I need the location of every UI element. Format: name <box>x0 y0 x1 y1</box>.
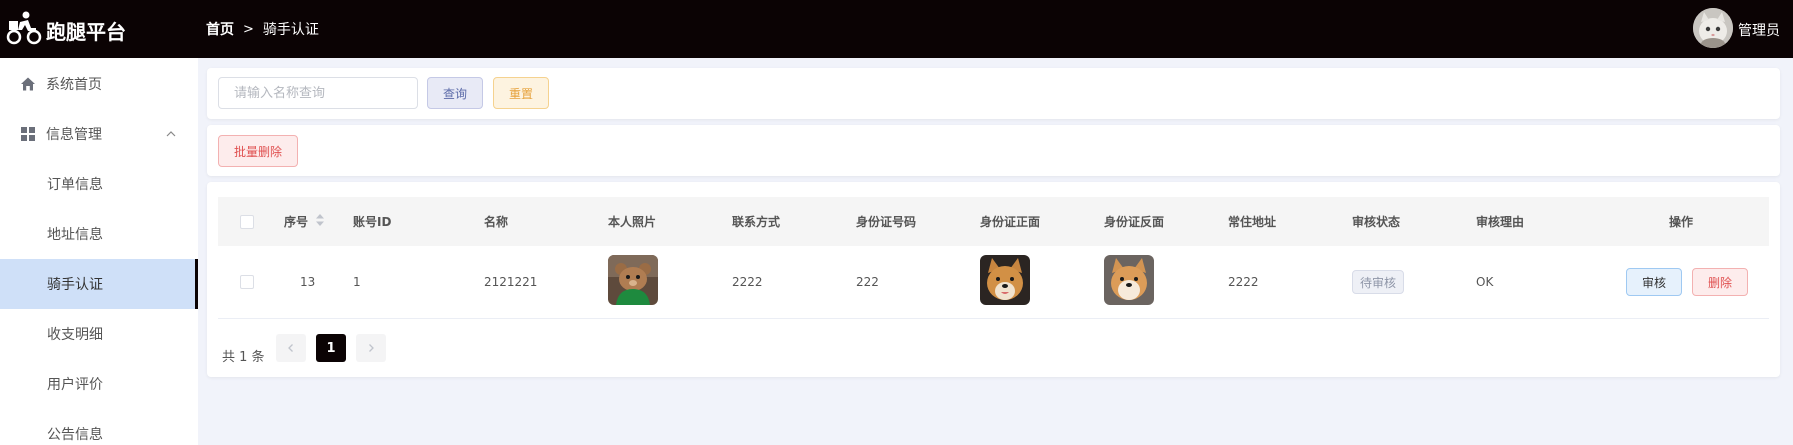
table-card: 序号 账号ID 名称 本人照片 联系方式 身份证号码 身份证正面 身份证反面 常… <box>207 182 1780 377</box>
sidebar-item-label: 公告信息 <box>47 427 103 443</box>
sort-icon[interactable] <box>315 213 325 227</box>
column-header: 审核理由 <box>1476 215 1525 229</box>
sidebar-item-addresses[interactable]: 地址信息 <box>0 209 198 259</box>
chevron-up-icon <box>166 131 176 137</box>
sidebar-item-reviews[interactable]: 用户评价 <box>0 359 198 409</box>
avatar[interactable] <box>1693 8 1733 48</box>
sidebar-item-label: 信息管理 <box>46 127 102 143</box>
status-badge: 待审核 <box>1352 270 1405 294</box>
breadcrumb: 首页 > 骑手认证 <box>206 19 319 39</box>
cat-avatar-image <box>1693 8 1733 48</box>
sidebar-item-label: 用户评价 <box>47 377 103 393</box>
sidebar-item-orders[interactable]: 订单信息 <box>0 159 198 209</box>
toolbar-card: 批量删除 <box>207 125 1780 176</box>
column-header: 身份证号码 <box>856 215 917 229</box>
select-all-checkbox[interactable] <box>240 215 254 229</box>
sidebar-item-transactions[interactable]: 收支明细 <box>0 309 198 359</box>
top-header: 跑腿平台 首页 > 骑手认证 管理员 <box>0 0 1793 58</box>
sidebar-item-dashboard[interactable]: 系统首页 <box>0 59 198 109</box>
sidebar-item-label: 地址信息 <box>47 227 103 243</box>
brand-title: 跑腿平台 <box>46 20 126 44</box>
page-number-current[interactable]: 1 <box>316 334 346 362</box>
search-input[interactable] <box>218 77 418 109</box>
column-header: 本人照片 <box>608 215 657 229</box>
breadcrumb-current: 骑手认证 <box>262 22 319 38</box>
next-page-button[interactable] <box>356 334 386 362</box>
breadcrumb-separator: > <box>243 21 254 37</box>
column-header: 审核状态 <box>1352 215 1401 229</box>
sidebar-item-label: 订单信息 <box>47 177 103 193</box>
column-header: 身份证反面 <box>1104 215 1165 229</box>
admin-username[interactable]: 管理员 <box>1738 20 1780 40</box>
table-row: 13 1 2121221 2222 222 2222 待审核 OK 审核 删除 <box>218 246 1769 319</box>
id-back-thumbnail[interactable] <box>1104 255 1154 305</box>
chevron-left-icon <box>288 344 293 352</box>
column-header: 序号 <box>284 215 309 229</box>
delivery-rider-logo-icon <box>6 11 42 45</box>
sidebar: 系统首页 信息管理 订单信息 地址信息 骑手认证 收支明细 用户评价 公告信息 <box>0 58 198 445</box>
query-button[interactable]: 查询 <box>427 77 483 109</box>
sidebar-item-label: 收支明细 <box>47 327 103 343</box>
column-header: 账号ID <box>353 215 392 229</box>
sidebar-item-rider-verification[interactable]: 骑手认证 <box>0 259 198 309</box>
column-header: 身份证正面 <box>980 215 1041 229</box>
sidebar-item-label: 骑手认证 <box>47 277 103 293</box>
chevron-right-icon <box>369 344 374 352</box>
cell-index: 13 <box>300 275 316 289</box>
prev-page-button[interactable] <box>276 334 306 362</box>
id-front-thumbnail[interactable] <box>980 255 1030 305</box>
reset-button[interactable]: 重置 <box>493 77 549 109</box>
sidebar-item-announcements[interactable]: 公告信息 <box>0 409 198 445</box>
cell-address: 2222 <box>1228 275 1259 289</box>
sidebar-item-info-management[interactable]: 信息管理 <box>0 109 198 159</box>
cell-reason: OK <box>1476 275 1494 289</box>
column-header: 操作 <box>1669 215 1694 229</box>
breadcrumb-home[interactable]: 首页 <box>206 19 234 39</box>
column-header: 常住地址 <box>1228 215 1277 229</box>
cell-contact: 2222 <box>732 275 763 289</box>
batch-delete-button[interactable]: 批量删除 <box>218 135 298 167</box>
column-header: 名称 <box>484 215 509 229</box>
cell-account-id: 1 <box>353 275 361 289</box>
cell-id-number: 222 <box>856 275 879 289</box>
column-header: 联系方式 <box>732 215 781 229</box>
audit-button[interactable]: 审核 <box>1626 268 1682 296</box>
rider-photo-thumbnail[interactable] <box>608 255 658 305</box>
cell-name: 2121221 <box>484 275 538 289</box>
home-icon <box>21 77 35 91</box>
pagination-total: 共 1 条 <box>222 350 265 365</box>
grid-icon <box>21 127 35 141</box>
delete-button[interactable]: 删除 <box>1692 268 1748 296</box>
sidebar-item-label: 系统首页 <box>46 77 102 93</box>
search-card: 查询 重置 <box>207 68 1780 119</box>
table-header: 序号 账号ID 名称 本人照片 联系方式 身份证号码 身份证正面 身份证反面 常… <box>218 197 1769 246</box>
row-checkbox[interactable] <box>240 275 254 289</box>
